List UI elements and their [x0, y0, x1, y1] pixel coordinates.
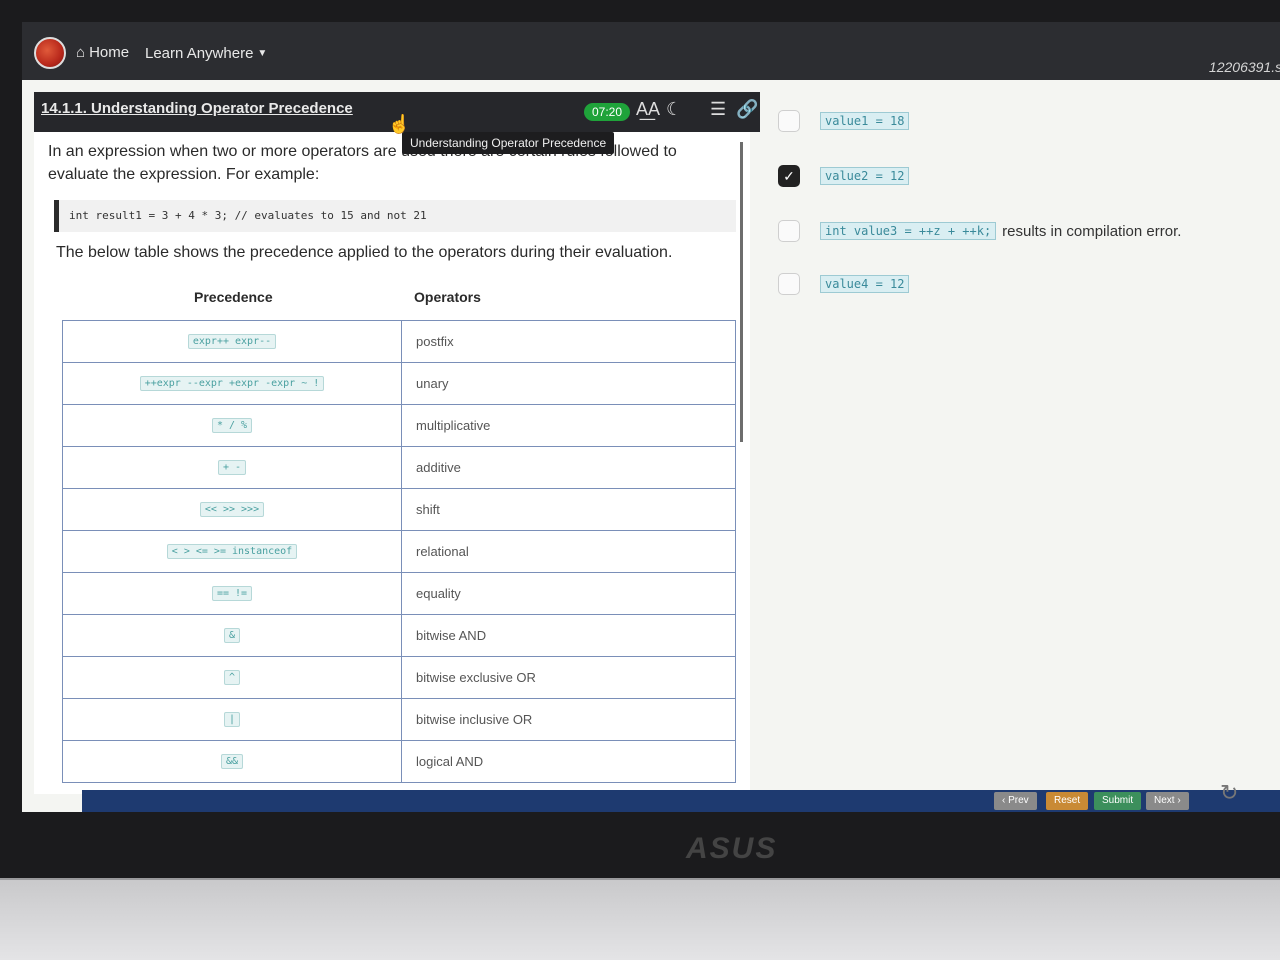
refresh-icon[interactable]: ↻ — [1220, 780, 1238, 806]
operator-category-cell: bitwise inclusive OR — [416, 712, 533, 727]
site-logo[interactable] — [34, 37, 66, 69]
option-code: value4 = 12 — [820, 275, 910, 293]
lesson-title-tooltip: Understanding Operator Precedence — [402, 132, 615, 154]
option-checkbox[interactable] — [778, 273, 800, 295]
operator-code-chip: + - — [217, 460, 247, 475]
reset-button[interactable]: Reset — [1046, 792, 1089, 810]
operator-category-cell: shift — [416, 502, 440, 517]
next-button[interactable]: Next › — [1146, 792, 1189, 810]
code-example: int result1 = 3 + 4 * 3; // evaluates to… — [54, 200, 736, 232]
operator-category-cell: bitwise AND — [416, 628, 487, 643]
precedence-cell: & — [63, 615, 402, 656]
table-row: && logical AND — [63, 741, 735, 783]
nav-learn-label: Learn Anywhere — [145, 45, 254, 62]
layout-toggle-icon[interactable]: ☰ — [710, 99, 726, 120]
option-text: results in compilation error. — [1002, 222, 1182, 240]
operator-code-chip: == != — [211, 586, 253, 601]
precedence-cell: == != — [63, 573, 402, 614]
table-description: The below table shows the precedence app… — [56, 244, 673, 261]
precedence-cell: expr++ expr-- — [63, 321, 402, 362]
mouse-cursor-icon: ☝ — [388, 114, 411, 134]
table-row: ^ bitwise exclusive OR — [63, 657, 735, 699]
quiz-option-2[interactable]: ✓ value2 = 12 — [778, 165, 910, 187]
table-row: | bitwise inclusive OR — [63, 699, 735, 741]
top-navbar: ⌂ Home Learn Anywhere ▼ 12206391.st — [22, 22, 1280, 80]
operator-category-cell: bitwise exclusive OR — [416, 670, 536, 685]
submit-button[interactable]: Submit — [1094, 792, 1142, 810]
table-row: << >> >>> shift — [63, 489, 735, 531]
option-checkbox[interactable] — [778, 110, 800, 132]
option-code: value1 = 18 — [820, 112, 910, 130]
lesson-content: In an expression when two or more operat… — [34, 132, 750, 794]
lesson-title[interactable]: 14.1.1. Understanding Operator Precedenc… — [41, 100, 353, 117]
operator-code-chip: * / % — [211, 418, 253, 433]
timer-badge: 07:20 — [584, 103, 631, 121]
precedence-cell: && — [63, 741, 402, 782]
operator-category-cell: relational — [416, 544, 469, 559]
operator-code-chip: && — [220, 754, 244, 769]
browser-screen: ⌂ Home Learn Anywhere ▼ 12206391.st 14.1… — [22, 22, 1280, 812]
precedence-cell: | — [63, 699, 402, 740]
quiz-option-1[interactable]: value1 = 18 — [778, 110, 910, 132]
operator-category-cell: postfix — [416, 334, 454, 349]
option-checkbox-checked[interactable]: ✓ — [778, 165, 800, 187]
table-row: * / % multiplicative — [63, 405, 735, 447]
option-code: value2 = 12 — [820, 167, 910, 185]
user-id-label: 12206391.st — [1208, 59, 1280, 75]
dark-mode-moon-icon[interactable]: ☾ — [666, 99, 682, 120]
chevron-down-icon: ▼ — [257, 48, 268, 59]
table-row: ++expr --expr +expr -expr ~ ! unary — [63, 363, 735, 405]
font-size-icon[interactable]: A͟A — [636, 99, 660, 120]
precedence-cell: < > <= >= instanceof — [63, 531, 402, 572]
precedence-table: expr++ expr-- postfix ++expr --expr +exp… — [62, 320, 736, 783]
nav-home-label: Home — [89, 44, 130, 61]
quiz-option-4[interactable]: value4 = 12 — [778, 273, 910, 295]
laptop-brand-logo: ASUS — [686, 832, 778, 865]
table-row: & bitwise AND — [63, 615, 735, 657]
operator-category-cell: logical AND — [416, 754, 484, 769]
column-header-precedence: Precedence — [194, 289, 273, 305]
operator-code-chip: | — [223, 712, 241, 727]
intro-paragraph: In an expression when two or more operat… — [48, 143, 677, 183]
prev-button[interactable]: ‹ Prev — [994, 792, 1037, 810]
table-row: + - additive — [63, 447, 735, 489]
laptop-base — [0, 880, 1280, 960]
operator-code-chip: << >> >>> — [199, 502, 265, 517]
table-row: < > <= >= instanceof relational — [63, 531, 735, 573]
operator-category-cell: equality — [416, 586, 461, 601]
precedence-cell: ^ — [63, 657, 402, 698]
operator-code-chip: ++expr --expr +expr -expr ~ ! — [139, 376, 325, 391]
table-row: expr++ expr-- postfix — [63, 321, 735, 363]
operator-category-cell: additive — [416, 460, 461, 475]
precedence-cell: << >> >>> — [63, 489, 402, 530]
operator-code-chip: expr++ expr-- — [187, 334, 277, 349]
home-icon: ⌂ — [76, 44, 86, 61]
checkmark-icon: ✓ — [783, 167, 795, 184]
quiz-option-3[interactable]: int value3 = ++z + ++k; results in compi… — [778, 220, 1181, 242]
option-code: int value3 = ++z + ++k; — [820, 222, 997, 240]
operator-category-cell: multiplicative — [416, 418, 491, 433]
operator-code-chip: < > <= >= instanceof — [166, 544, 298, 559]
operator-code-chip: ^ — [223, 670, 241, 685]
link-icon[interactable]: 🔗 — [736, 99, 758, 120]
operator-category-cell: unary — [416, 376, 449, 391]
precedence-cell: * / % — [63, 405, 402, 446]
precedence-cell: + - — [63, 447, 402, 488]
precedence-cell: ++expr --expr +expr -expr ~ ! — [63, 363, 402, 404]
column-header-operators: Operators — [414, 289, 481, 305]
operator-code-chip: & — [223, 628, 241, 643]
table-row: == != equality — [63, 573, 735, 615]
content-scrollbar[interactable] — [740, 142, 743, 442]
option-checkbox[interactable] — [778, 220, 800, 242]
nav-home-link[interactable]: ⌂ Home — [76, 44, 129, 61]
nav-learn-anywhere-dropdown[interactable]: Learn Anywhere ▼ — [145, 45, 267, 62]
